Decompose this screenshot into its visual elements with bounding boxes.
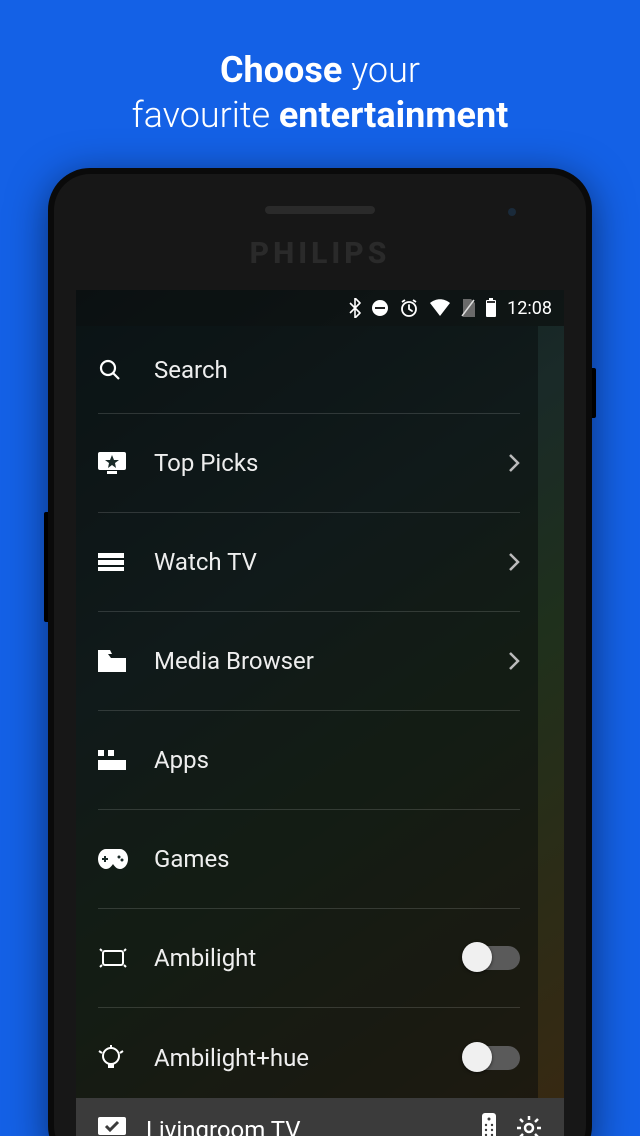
bottom-bar: Livingroom TV: [76, 1098, 564, 1136]
chevron-right-icon: [508, 552, 520, 572]
phone-screen: 12:08 Search Top Picks: [76, 290, 564, 1136]
headline-word: entertainment: [279, 94, 508, 136]
top-picks-icon: [98, 452, 154, 474]
menu-item-watch-tv[interactable]: Watch TV: [98, 513, 520, 612]
phone-brand-label: PHILIPS: [54, 236, 586, 271]
alarm-icon: [399, 298, 419, 318]
gear-icon[interactable]: [516, 1115, 542, 1136]
menu-item-label: Ambilight: [154, 944, 464, 972]
search-icon: [98, 358, 154, 382]
main-menu: Search Top Picks Watch TV: [76, 326, 538, 1098]
folder-icon: [98, 650, 154, 672]
menu-item-search[interactable]: Search: [98, 326, 520, 414]
menu-item-media-browser[interactable]: Media Browser: [98, 612, 520, 711]
status-time: 12:08: [507, 298, 552, 319]
bluetooth-icon: [349, 298, 361, 318]
earpiece-speaker: [265, 206, 375, 214]
front-camera: [508, 208, 516, 216]
apps-icon: [98, 750, 154, 770]
headline-word: favourite: [132, 94, 270, 136]
bulb-icon: [98, 1045, 154, 1071]
menu-item-label: Search: [154, 356, 520, 384]
menu-item-ambilight-hue[interactable]: Ambilight+hue: [98, 1008, 520, 1107]
tv-check-icon: [98, 1117, 126, 1136]
phone-frame: PHILIPS: [48, 168, 592, 1136]
menu-item-label: Media Browser: [154, 647, 508, 675]
menu-item-label: Games: [154, 845, 520, 873]
headline-word: your: [351, 49, 420, 91]
promo-headline: Choose your favourite entertainment: [0, 0, 640, 138]
gamepad-icon: [98, 849, 154, 869]
ambilight-toggle[interactable]: [464, 946, 520, 970]
chevron-right-icon: [508, 651, 520, 671]
chevron-right-icon: [508, 453, 520, 473]
menu-item-games[interactable]: Games: [98, 810, 520, 909]
menu-item-ambilight[interactable]: Ambilight: [98, 909, 520, 1008]
remote-icon[interactable]: [482, 1113, 496, 1136]
menu-item-label: Top Picks: [154, 449, 508, 477]
headline-word: Choose: [220, 49, 342, 91]
battery-icon: [485, 298, 497, 318]
volume-rocker: [44, 512, 48, 622]
selected-device-label: Livingroom TV: [146, 1116, 462, 1136]
phone-body: PHILIPS: [54, 174, 586, 1136]
ambilight-hue-toggle[interactable]: [464, 1046, 520, 1070]
no-sim-icon: [461, 299, 475, 317]
status-bar: 12:08: [76, 290, 564, 326]
ambilight-icon: [98, 947, 154, 969]
menu-item-apps[interactable]: Apps: [98, 711, 520, 810]
wifi-icon: [429, 299, 451, 317]
menu-item-top-picks[interactable]: Top Picks: [98, 414, 520, 513]
menu-item-label: Watch TV: [154, 548, 508, 576]
menu-item-label: Apps: [154, 746, 520, 774]
menu-item-label: Ambilight+hue: [154, 1044, 464, 1072]
do-not-disturb-icon: [371, 299, 389, 317]
watch-tv-icon: [98, 553, 154, 571]
power-button: [592, 368, 596, 418]
